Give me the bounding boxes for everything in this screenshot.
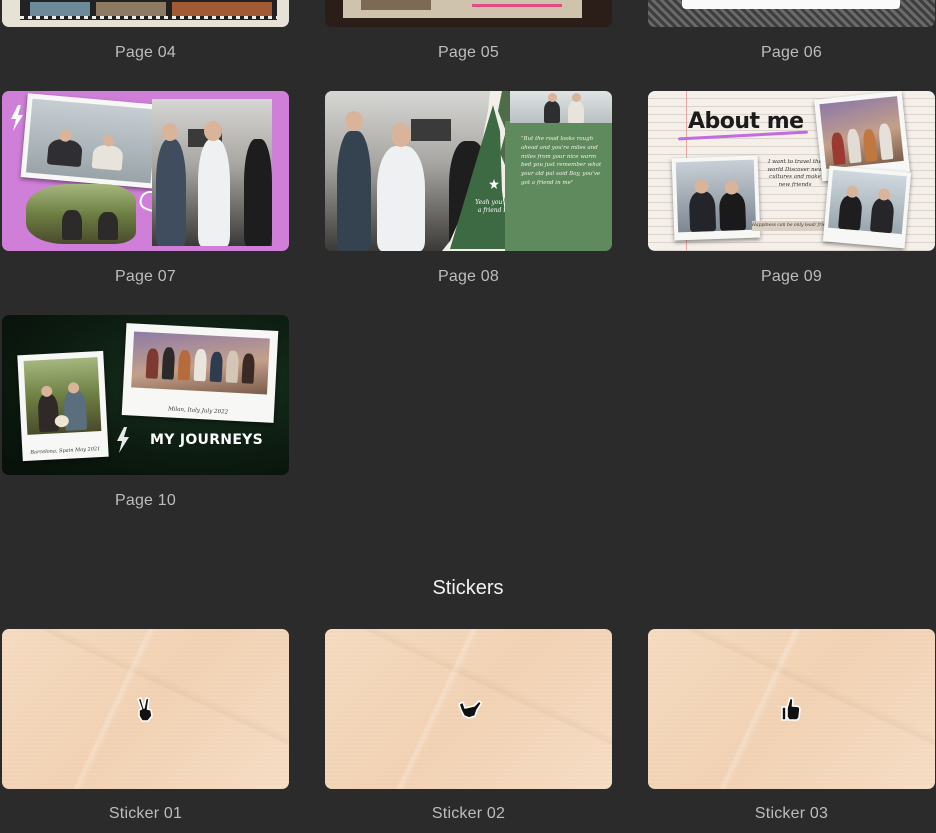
sticker-01-label: Sticker 01 — [108, 805, 183, 822]
page-08-thumbnail[interactable]: Yeah you've got a friend in me "But the … — [325, 91, 612, 251]
page-10-thumbnail[interactable]: Milan, Italy July 2022 Barcelona, Spain … — [2, 315, 289, 475]
caption-milan: Milan, Italy July 2022 — [167, 406, 229, 416]
filmstrip — [20, 0, 277, 20]
photo-frame-left — [671, 155, 761, 241]
stickers-section-title: Stickers — [432, 577, 504, 599]
couple-photo — [510, 91, 612, 123]
page-10-label: Page 10 — [114, 492, 176, 509]
tilted-photo-frame — [20, 93, 163, 189]
page-06-label: Page 06 — [760, 44, 822, 61]
polaroid-couple-photo: Barcelona, Spain May 2021 — [17, 350, 109, 462]
white-note-card — [682, 0, 900, 9]
page-07-label: Page 07 — [114, 268, 176, 285]
page-08-label: Page 08 — [437, 268, 499, 285]
page-06-thumbnail[interactable] — [648, 0, 935, 27]
caption-strip: Happiness can be only lead/ friends fore… — [752, 221, 830, 231]
sticker-02-thumbnail[interactable] — [325, 629, 612, 789]
forest-photo — [26, 184, 136, 244]
polaroid-group-photo: Milan, Italy July 2022 — [121, 323, 279, 423]
page-09-label: Page 09 — [760, 268, 822, 285]
page-09-thumbnail[interactable]: About me I want to travel the world Disc… — [648, 91, 935, 251]
about-note: I want to travel the world Discover new … — [767, 159, 823, 188]
sticker-03-thumbnail[interactable] — [648, 629, 935, 789]
sticker-02-label: Sticker 02 — [431, 805, 506, 822]
about-me-title: About me — [688, 109, 804, 134]
sticker-03-label: Sticker 03 — [754, 805, 829, 822]
sticker-01-thumbnail[interactable] — [2, 629, 289, 789]
page-07-thumbnail[interactable] — [2, 91, 289, 251]
paper-stack — [343, 0, 582, 18]
caption-barcelona: Barcelona, Spain May 2021 — [30, 446, 101, 456]
song-lyrics-text: "But the road looks rough ahead and you'… — [521, 136, 602, 186]
page-05-thumbnail[interactable] — [325, 0, 612, 27]
thumbs-up-icon — [780, 697, 801, 721]
victory-hand-icon — [136, 697, 153, 722]
kitchen-photo — [152, 99, 272, 246]
star-icon — [489, 179, 499, 189]
call-me-hand-icon — [457, 700, 482, 719]
page-05-label: Page 05 — [437, 44, 499, 61]
page-04-thumbnail[interactable] — [2, 0, 289, 27]
journeys-title: MY JOURNEYS — [150, 432, 264, 448]
photo-frame-bottom-right — [822, 165, 912, 249]
page-04-label: Page 04 — [114, 44, 176, 61]
lightning-icon — [11, 105, 23, 131]
lightning-icon — [117, 427, 129, 453]
